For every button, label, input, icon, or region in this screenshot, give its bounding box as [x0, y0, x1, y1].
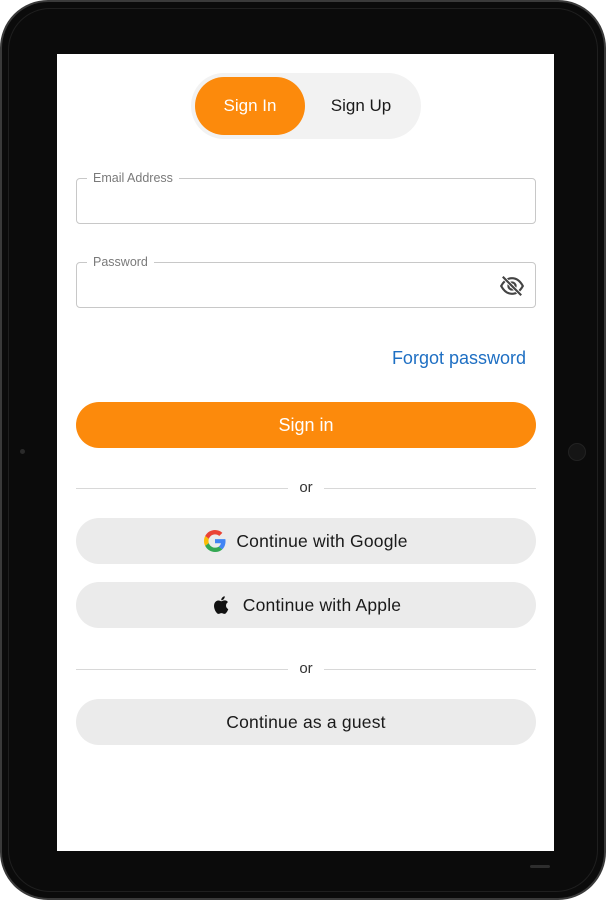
hardware-button: [568, 443, 586, 461]
google-icon: [204, 530, 226, 552]
divider-or-2: or: [76, 659, 536, 679]
divider-line: [324, 488, 536, 489]
tablet-frame: Sign In Sign Up Email Address Password F…: [0, 0, 606, 900]
divider-line: [324, 669, 536, 670]
guest-button[interactable]: Continue as a guest: [76, 699, 536, 745]
apple-icon: [211, 594, 233, 616]
forgot-password-link[interactable]: Forgot password: [392, 348, 526, 369]
home-indicator: [530, 865, 550, 868]
eye-off-icon[interactable]: [499, 273, 525, 299]
app-screen: Sign In Sign Up Email Address Password F…: [57, 54, 554, 851]
apple-button-label: Continue with Apple: [242, 594, 402, 615]
password-field[interactable]: Password: [76, 254, 536, 308]
email-input[interactable]: [91, 189, 495, 217]
google-sign-in-button[interactable]: Continue with Google: [76, 518, 536, 564]
tab-sign-in[interactable]: Sign In: [195, 77, 305, 135]
sign-in-button[interactable]: Sign in: [76, 402, 536, 448]
auth-mode-toggle: Sign In Sign Up: [191, 73, 421, 139]
camera-icon: [20, 449, 25, 454]
tab-sign-up[interactable]: Sign Up: [307, 77, 415, 135]
password-input[interactable]: [91, 273, 495, 301]
email-field-label: Email Address: [87, 170, 179, 186]
apple-sign-in-button[interactable]: Continue with Apple: [76, 582, 536, 628]
google-button-label: Continue with Google: [236, 530, 408, 551]
password-field-label: Password: [87, 254, 154, 270]
divider-or-1: or: [76, 478, 536, 498]
email-field[interactable]: Email Address: [76, 170, 536, 224]
